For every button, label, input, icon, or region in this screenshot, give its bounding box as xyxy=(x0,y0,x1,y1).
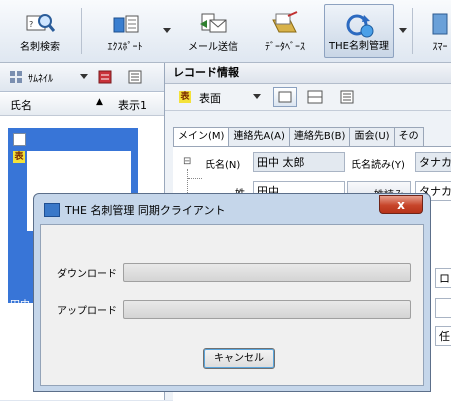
list-view-icon[interactable] xyxy=(128,70,142,84)
card-checkbox[interactable] xyxy=(13,133,26,146)
name-reading-label: 氏名読み(Y) xyxy=(351,160,405,171)
side-select-dropdown-arrow[interactable] xyxy=(253,94,261,99)
front-side-badge: 表 xyxy=(13,151,25,163)
column-header-name[interactable]: 氏名 xyxy=(10,97,32,113)
database-icon xyxy=(272,11,298,33)
dialog-body: ダウンロード アップロード キャンセル xyxy=(40,224,424,386)
split-layout-icon[interactable] xyxy=(307,89,323,105)
svg-text:?: ? xyxy=(29,20,33,29)
the-card-manager-label: THE名刺管理 xyxy=(329,41,389,52)
toolbar-divider xyxy=(412,8,413,54)
dialog-title: THE 名刺管理 同期クライアント xyxy=(65,204,226,217)
toolbar-divider xyxy=(81,8,82,54)
record-tabs: メイン(M) 連絡先A(A) 連絡先B(B) 面会(U) その xyxy=(173,127,424,147)
smart-icon xyxy=(432,13,448,35)
main-toolbar: ? 名刺検索 ｴｸｽﾎﾟｰﾄ メール送信 ﾃﾞｰﾀﾍﾞｰｽ THE名刺管理 ｽﾏ… xyxy=(0,0,451,63)
view-toolbar: ｻﾑﾈｲﾙ xyxy=(0,63,164,92)
card-search-button[interactable]: ? 名刺検索 xyxy=(6,4,74,58)
upload-label: アップロード xyxy=(57,306,117,317)
record-toolbar: 表 表面 xyxy=(165,84,451,111)
export-label: ｴｸｽﾎﾟｰﾄ xyxy=(107,42,143,53)
layout-card-button[interactable] xyxy=(273,87,297,107)
name-field[interactable]: 田中 太郎 xyxy=(253,152,345,172)
tab-main[interactable]: メイン(M) xyxy=(173,127,230,147)
tab-contact-a[interactable]: 連絡先A(A) xyxy=(228,127,290,146)
view-mode-dropdown-arrow[interactable] xyxy=(80,74,88,79)
partial-field-3[interactable]: 任 xyxy=(435,326,451,346)
export-button[interactable]: ｴｸｽﾎﾟｰﾄ xyxy=(92,4,158,58)
database-button[interactable]: ﾃﾞｰﾀﾍﾞｰｽ xyxy=(252,4,318,58)
tab-meeting[interactable]: 面会(U) xyxy=(349,127,395,146)
name-label: 氏名(N) xyxy=(205,160,241,171)
send-mail-label: メール送信 xyxy=(188,42,238,53)
smart-label: ｽﾏｰ xyxy=(432,42,448,53)
card-layout-icon xyxy=(278,91,292,103)
card-search-icon: ? xyxy=(26,14,55,32)
list-layout-icon[interactable] xyxy=(339,89,355,105)
send-mail-button[interactable]: メール送信 xyxy=(180,4,246,58)
close-button[interactable]: x xyxy=(379,195,423,214)
tab-other[interactable]: その xyxy=(393,127,424,146)
card-caption-reading: たな xyxy=(10,312,30,323)
mail-icon xyxy=(200,13,227,33)
partial-field-1[interactable]: ロウ xyxy=(435,268,451,288)
side-select-label[interactable]: 表面 xyxy=(199,90,221,106)
tree-branch xyxy=(188,178,202,180)
cancel-button[interactable]: キャンセル xyxy=(203,348,275,369)
column-header-display1[interactable]: 表示1 xyxy=(118,97,147,113)
card-caption-name: 田中 xyxy=(10,300,30,311)
close-icon: x xyxy=(397,198,405,212)
smart-button[interactable]: ｽﾏｰ xyxy=(420,4,451,58)
card-caption: 田中 たな xyxy=(10,300,30,324)
export-dropdown-arrow[interactable] xyxy=(163,28,171,33)
record-info-title: レコード情報 xyxy=(165,63,451,84)
tree-collapse-icon[interactable]: ⊟ xyxy=(183,156,191,167)
front-side-icon: 表 xyxy=(179,91,191,103)
dialog-titlebar[interactable]: THE 名刺管理 同期クライアント x xyxy=(34,194,430,224)
list-header: 氏名 ▲ 表示1 xyxy=(0,93,164,116)
the-card-manager-dropdown-arrow[interactable] xyxy=(399,28,407,33)
download-progress-bar xyxy=(123,263,411,282)
card-view-icon[interactable] xyxy=(98,70,112,84)
view-mode-label[interactable]: ｻﾑﾈｲﾙ xyxy=(28,70,53,85)
upload-progress-bar xyxy=(123,300,411,319)
database-label: ﾃﾞｰﾀﾍﾞｰｽ xyxy=(265,42,305,53)
tab-contact-b[interactable]: 連絡先B(B) xyxy=(288,127,351,146)
card-search-label: 名刺検索 xyxy=(20,42,60,53)
export-icon xyxy=(113,15,139,33)
sort-ascending-icon[interactable]: ▲ xyxy=(96,97,103,107)
partial-field-2[interactable] xyxy=(435,298,451,318)
thumbnail-grid-icon[interactable] xyxy=(10,71,22,83)
name-reading-field[interactable]: タナカ xyxy=(415,152,451,172)
app-icon xyxy=(44,203,60,217)
sync-icon xyxy=(346,14,374,38)
the-card-manager-button[interactable]: THE名刺管理 xyxy=(324,4,394,58)
sync-client-dialog: THE 名刺管理 同期クライアント x ダウンロード アップロード キャンセル xyxy=(33,193,431,392)
download-label: ダウンロード xyxy=(57,269,117,280)
